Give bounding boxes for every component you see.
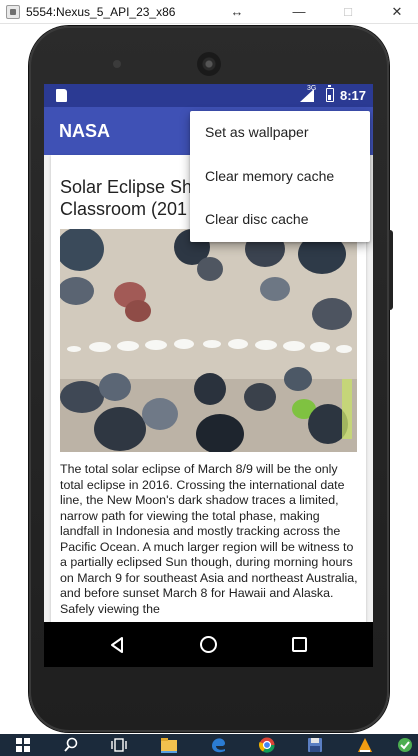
file-explorer-icon[interactable]: [160, 737, 178, 753]
maximize-button[interactable]: □: [339, 3, 357, 21]
minimize-button[interactable]: —: [290, 3, 308, 21]
vlc-icon[interactable]: [356, 737, 374, 753]
power-button[interactable]: [389, 230, 393, 310]
earpiece-speaker: [197, 52, 221, 76]
app-title: NASA: [59, 121, 111, 141]
emulator-desktop: 5554:Nexus_5_API_23_x86 ↔ — □ ✕ 3G 8:17 …: [0, 0, 418, 756]
network-type-badge: 3G: [307, 85, 317, 92]
emulator-app-icon: [6, 5, 20, 19]
resize-icon[interactable]: ↔: [228, 3, 246, 21]
overflow-menu: Set as wallpaper Clear memory cache Clea…: [190, 111, 370, 242]
emulator-title-bar[interactable]: 5554:Nexus_5_API_23_x86 ↔ — □ ✕: [0, 0, 418, 24]
close-button[interactable]: ✕: [388, 3, 406, 21]
device-screen: 3G 8:17 NASA Solar Eclipse Sh Classroom …: [44, 84, 373, 667]
edge-icon[interactable]: [210, 737, 228, 753]
save-icon[interactable]: [306, 737, 324, 753]
home-icon[interactable]: [200, 636, 217, 653]
battery-icon: [326, 85, 334, 102]
menu-item-clear-memory-cache[interactable]: Clear memory cache: [190, 155, 370, 198]
search-icon[interactable]: [62, 737, 80, 753]
eclipse-classroom-illustration: [60, 229, 357, 452]
front-camera: [113, 60, 121, 68]
navigation-bar: [44, 622, 373, 667]
menu-item-clear-disc-cache[interactable]: Clear disc cache: [190, 198, 370, 241]
windows-start-icon[interactable]: [14, 737, 32, 753]
windows-taskbar: [0, 734, 418, 756]
window-title: 5554:Nexus_5_API_23_x86: [26, 5, 176, 19]
menu-item-set-as-wallpaper[interactable]: Set as wallpaper: [190, 111, 370, 154]
sd-card-icon: [56, 89, 67, 102]
app-icon[interactable]: [396, 737, 414, 753]
status-bar: 3G 8:17: [44, 84, 373, 107]
chrome-icon[interactable]: [258, 737, 276, 753]
status-time: 8:17: [340, 88, 367, 103]
task-view-icon[interactable]: [110, 737, 128, 753]
back-icon[interactable]: [108, 636, 126, 654]
article-body: The total solar eclipse of March 8/9 wil…: [60, 462, 358, 616]
article-photo[interactable]: [60, 229, 357, 452]
recents-icon[interactable]: [292, 637, 307, 652]
